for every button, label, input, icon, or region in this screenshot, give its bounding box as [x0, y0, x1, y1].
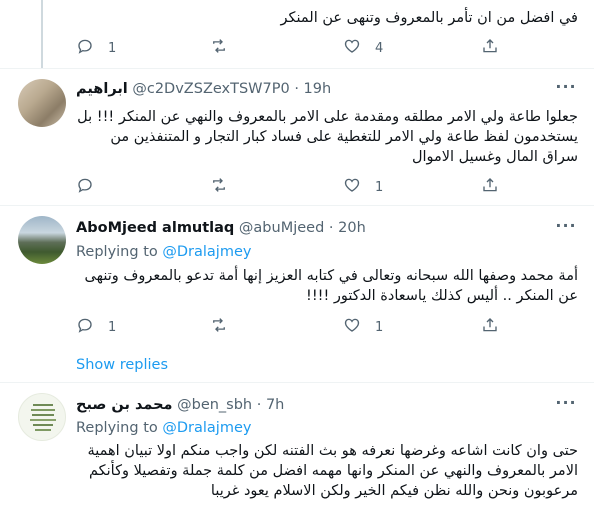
retweet-icon — [210, 37, 228, 59]
replying-to-label: Replying to — [76, 420, 158, 436]
mention-link[interactable]: @Dralajmey — [162, 420, 251, 436]
separator-dot: · — [294, 81, 299, 97]
tweet-text: حتى وان كانت اشاعه وغرضها نعرفه هو بث ال… — [87, 443, 578, 499]
retweet-icon — [210, 176, 228, 198]
author-name[interactable]: محمد بن صبح — [76, 397, 173, 413]
retweet-button[interactable] — [210, 177, 242, 197]
tweet[interactable]: محمد بن صبح @ben_sbh · 7h ··· Replying t… — [0, 383, 594, 523]
author-name[interactable]: AboMjeed almutlaq — [76, 220, 234, 236]
tweet[interactable]: في افضل من ان تأمر بالمعروف وتنهى عن الم… — [0, 0, 594, 68]
retweet-icon — [210, 316, 228, 338]
replying-to: Replying to @Dralajmey — [76, 242, 251, 262]
reply-icon — [76, 176, 94, 198]
reply-button[interactable]: 1 — [76, 38, 116, 58]
tweet-header: محمد بن صبح @ben_sbh · 7h — [76, 395, 554, 415]
show-replies-link[interactable]: Show replies — [76, 355, 168, 375]
tweet-header: AboMjeed almutlaq @abuMjeed · 20h — [76, 218, 554, 238]
share-button[interactable] — [481, 177, 499, 197]
like-count: 1 — [375, 179, 384, 195]
tweet[interactable]: ابراهيم @c2DvZSZexTSW7P0 · 19h ··· جعلوا… — [0, 69, 594, 205]
tweet-time[interactable]: 20h — [338, 220, 366, 236]
share-button[interactable] — [481, 38, 499, 58]
separator-dot: · — [256, 397, 262, 413]
like-icon — [343, 316, 361, 338]
tweet-time[interactable]: 19h — [304, 81, 332, 97]
separator-dot: · — [328, 220, 334, 236]
share-icon — [481, 316, 499, 338]
more-icon[interactable]: ··· — [554, 218, 578, 240]
more-icon[interactable]: ··· — [554, 79, 578, 101]
reply-button[interactable]: 1 — [76, 317, 116, 337]
reply-icon — [76, 316, 94, 338]
reply-count: 1 — [108, 319, 117, 335]
retweet-button[interactable] — [210, 317, 242, 337]
like-count: 1 — [375, 319, 384, 335]
avatar[interactable] — [18, 393, 66, 441]
author-name[interactable]: ابراهيم — [76, 81, 128, 97]
like-button[interactable]: 1 — [343, 177, 383, 197]
author-handle[interactable]: @abuMjeed — [239, 220, 324, 236]
like-icon — [343, 37, 361, 59]
reply-button[interactable] — [76, 177, 108, 197]
tweet-text: جعلوا طاعة ولي الامر مطلقه ومقدمة على ال… — [77, 109, 578, 165]
like-count: 4 — [375, 40, 384, 56]
reply-count: 1 — [108, 40, 117, 56]
author-handle[interactable]: @c2DvZSZexTSW7P0 — [132, 81, 289, 97]
more-icon[interactable]: ··· — [554, 395, 578, 417]
tweet-text: أمة محمد وصفها الله سبحانه وتعالى في كتا… — [84, 268, 578, 304]
author-handle[interactable]: @ben_sbh — [177, 397, 252, 413]
reply-icon — [76, 37, 94, 59]
share-icon — [481, 37, 499, 59]
replying-to-label: Replying to — [76, 244, 158, 260]
avatar[interactable] — [18, 216, 66, 264]
tweet-text: في افضل من ان تأمر بالمعروف وتنهى عن الم… — [280, 10, 578, 26]
replying-to: Replying to @Dralajmey — [76, 418, 251, 438]
share-button[interactable] — [481, 317, 499, 337]
like-icon — [343, 176, 361, 198]
like-button[interactable]: 1 — [343, 317, 383, 337]
tweet-actions: 1 — [76, 177, 506, 197]
tweet-feed: في افضل من ان تأمر بالمعروف وتنهى عن الم… — [0, 0, 594, 523]
like-button[interactable]: 4 — [343, 38, 383, 58]
tweet-header: ابراهيم @c2DvZSZexTSW7P0 · 19h — [76, 79, 554, 99]
thread-line — [41, 0, 43, 68]
tweet-time[interactable]: 7h — [266, 397, 284, 413]
tweet-actions: 1 1 — [76, 317, 506, 337]
retweet-button[interactable] — [210, 38, 242, 58]
share-icon — [481, 176, 499, 198]
tweet-actions: 1 4 — [76, 38, 506, 58]
avatar[interactable] — [18, 79, 66, 127]
mention-link[interactable]: @Dralajmey — [162, 244, 251, 260]
